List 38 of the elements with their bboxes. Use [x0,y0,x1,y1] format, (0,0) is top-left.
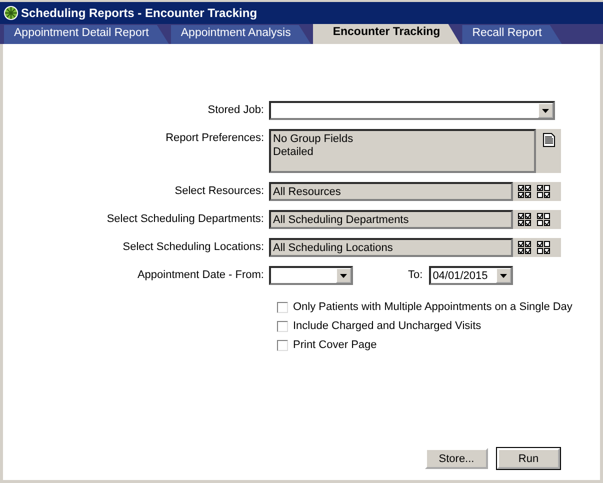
report-tab[interactable]: Appointment Detail Report [4,25,169,44]
to-date-field[interactable]: 04/01/2015 [428,266,513,285]
app-icon [4,6,18,20]
selection-field: All Resources [269,182,513,201]
report-tab[interactable]: Encounter Tracking [312,24,460,44]
report-tab[interactable]: Recall Report [462,25,562,44]
option-label: Include Charged and Uncharged Visits [293,320,482,332]
select-all-icon[interactable] [518,241,531,254]
caret-icon [542,108,549,112]
from-date-field[interactable] [269,266,353,285]
field-label: Appointment Date - From: [136,268,265,281]
store-button[interactable]: Store... [425,448,488,469]
field-label: To: [408,268,424,281]
checkbox[interactable] [277,302,288,312]
stored-job-dropdown[interactable] [269,101,555,120]
select-all-icon[interactable] [518,185,531,198]
select-some-icon[interactable] [537,213,550,226]
field-label: Select Scheduling Departments: [106,212,265,225]
select-some-icon[interactable] [537,241,550,254]
field-label: Report Preferences: [164,131,265,144]
field-label: Stored Job: [206,103,265,116]
selection-field: All Scheduling Departments [269,210,513,229]
caret-icon [500,274,507,278]
option-label: Print Cover Page [293,339,377,351]
checkbox[interactable] [277,320,288,332]
selection-field: All Scheduling Locations [269,238,513,257]
document-icon[interactable] [542,133,554,147]
field-label: Select Resources: [174,184,265,197]
select-some-icon[interactable] [537,185,550,198]
report-tab[interactable]: Appointment Analysis [170,25,311,44]
report-preferences-box: No Group Fields Detailed [269,129,536,173]
caret-icon [340,274,347,278]
option-label: Only Patients with Multiple Appointments on a Single Day [293,301,572,313]
field-label: Select Scheduling Locations: [122,240,265,253]
window-title: Scheduling Reports - Encounter Tracking [21,6,258,20]
run-button[interactable]: Run [497,448,560,469]
select-all-icon[interactable] [518,213,531,226]
checkbox[interactable] [277,340,288,350]
